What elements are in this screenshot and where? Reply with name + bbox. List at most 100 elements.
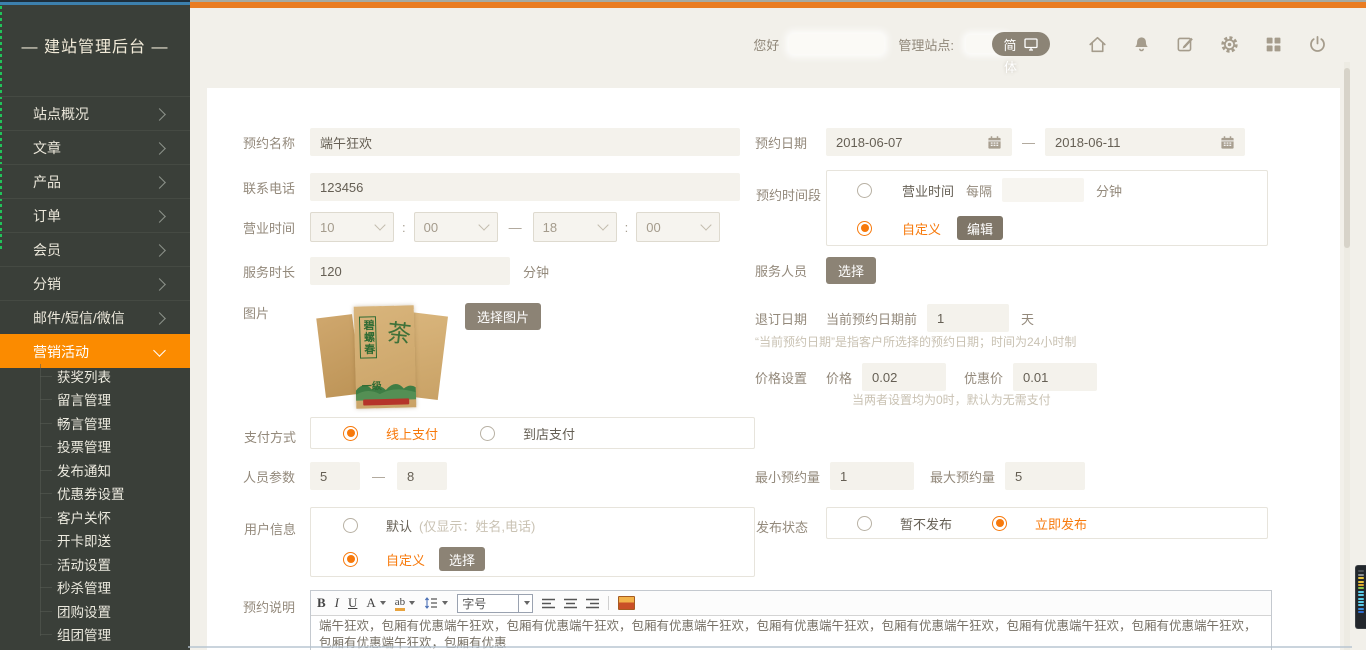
sidebar-item-articles[interactable]: 文章	[0, 130, 190, 164]
time-slot-edit-button[interactable]: 编辑	[957, 216, 1003, 240]
reservation-name-input[interactable]: 端午狂欢	[310, 128, 740, 156]
sidebar-item-site-overview[interactable]: 站点概况	[0, 96, 190, 130]
field-label: 营业时间	[243, 218, 310, 237]
minute-end-select[interactable]: 00	[636, 212, 720, 242]
submenu-item-message-board[interactable]: 留言管理	[0, 388, 190, 412]
font-color-button[interactable]: A	[366, 595, 385, 611]
underline-button[interactable]: U	[348, 595, 357, 611]
user-info-default-radio[interactable]	[343, 518, 358, 533]
refund-days-input[interactable]: 1	[927, 304, 1009, 332]
publish-later-label[interactable]: 暂不发布	[900, 514, 952, 533]
user-info-select-button[interactable]: 选择	[439, 547, 485, 571]
chevron-down-icon	[153, 344, 166, 357]
sidebar-item-distribution[interactable]: 分销	[0, 266, 190, 300]
caret-icon	[380, 601, 386, 605]
home-icon[interactable]	[1087, 34, 1108, 55]
publish-later-radio[interactable]	[857, 516, 872, 531]
submenu-item-customer-care[interactable]: 客户关怀	[0, 505, 190, 529]
submenu-item-changyan[interactable]: 畅言管理	[0, 411, 190, 435]
power-icon[interactable]	[1307, 34, 1328, 55]
time-slot-business-label[interactable]: 营业时间	[902, 181, 954, 200]
brand-red-strip	[363, 398, 409, 405]
interval-input[interactable]	[1002, 178, 1084, 202]
align-center-button[interactable]	[564, 598, 577, 609]
line-spacing-button[interactable]	[424, 597, 448, 609]
submenu-item-voting[interactable]: 投票管理	[0, 435, 190, 459]
bell-icon[interactable]	[1131, 34, 1152, 55]
align-left-icon	[542, 598, 555, 609]
choose-image-button[interactable]: 选择图片	[465, 303, 541, 330]
tree-twig	[40, 540, 52, 541]
submenu-item-notices[interactable]: 发布通知	[0, 458, 190, 482]
submenu-item-seckill[interactable]: 秒杀管理	[0, 576, 190, 600]
scrollbar-thumb[interactable]	[1344, 68, 1350, 248]
people-min-input[interactable]: 5	[310, 462, 360, 490]
editor-toolbar: B I U A ab 字号	[311, 591, 1271, 616]
apps-grid-icon[interactable]	[1263, 34, 1284, 55]
bottom-edge-line	[188, 646, 1352, 648]
font-size-select[interactable]: 字号	[457, 594, 533, 613]
minute-start-select[interactable]: 00	[414, 212, 498, 242]
gear-icon[interactable]	[1219, 34, 1240, 55]
staff-select-button[interactable]: 选择	[826, 257, 876, 284]
instore-payment-label[interactable]: 到店支付	[523, 424, 575, 443]
submenu-item-award-list[interactable]: 获奖列表	[0, 364, 190, 388]
date-end-field[interactable]: 2018-06-11	[1045, 128, 1245, 156]
time-slot-custom-label[interactable]: 自定义	[902, 219, 941, 238]
sidebar-item-mail-sms-wechat[interactable]: 邮件/短信/微信	[0, 300, 190, 334]
discount-input[interactable]: 0.01	[1013, 363, 1097, 391]
submenu-item-activity-settings[interactable]: 活动设置	[0, 552, 190, 576]
submenu-item-card-gift[interactable]: 开卡即送	[0, 529, 190, 553]
price-row: 价格设置 价格 0.02 优惠价 0.01	[755, 363, 1097, 391]
submenu-item-group-team[interactable]: 组团管理	[0, 623, 190, 647]
dock-widget[interactable]	[1355, 565, 1366, 629]
tree-twig	[40, 564, 52, 565]
chevron-right-icon	[153, 312, 166, 325]
publish-now-radio[interactable]	[992, 516, 1007, 531]
people-max-input[interactable]: 8	[397, 462, 447, 490]
contact-phone-input[interactable]: 123456	[310, 173, 740, 201]
italic-button[interactable]: I	[335, 595, 339, 611]
field-label: 服务时长	[243, 262, 310, 281]
align-left-button[interactable]	[542, 598, 555, 609]
service-duration-input[interactable]: 120	[310, 257, 510, 285]
greeting-text: 您好	[753, 35, 779, 54]
tea-calligraphy: 茶	[385, 312, 413, 349]
sidebar-item-marketing[interactable]: 营销活动	[0, 334, 190, 368]
calendar-icon	[1220, 135, 1235, 150]
date-start-field[interactable]: 2018-06-07	[826, 128, 1012, 156]
user-info-custom-label[interactable]: 自定义	[386, 550, 425, 569]
input-value: 1	[937, 311, 944, 326]
submenu-item-label: 优惠券设置	[57, 483, 125, 503]
online-payment-label[interactable]: 线上支付	[386, 424, 438, 443]
sidebar-item-orders[interactable]: 订单	[0, 198, 190, 232]
time-slot-business-radio[interactable]	[857, 183, 872, 198]
sidebar-menu: 站点概况 文章 产品 订单 会员 分销	[0, 96, 190, 368]
align-right-button[interactable]	[586, 598, 599, 609]
compose-icon[interactable]	[1175, 34, 1196, 55]
contact-phone-row: 联系电话 123456	[243, 173, 740, 201]
submenu-item-coupons[interactable]: 优惠券设置	[0, 482, 190, 506]
sidebar-item-products[interactable]: 产品	[0, 164, 190, 198]
language-switcher[interactable]: 简	[992, 32, 1050, 56]
hour-start-select[interactable]: 10	[310, 212, 394, 242]
publish-now-label[interactable]: 立即发布	[1035, 514, 1087, 533]
font-size-value: 字号	[458, 595, 518, 612]
submenu-item-group-buy[interactable]: 团购设置	[0, 599, 190, 623]
online-payment-radio[interactable]	[343, 426, 358, 441]
insert-image-button[interactable]	[618, 596, 635, 610]
bold-button[interactable]: B	[317, 595, 326, 611]
time-slot-custom-radio[interactable]	[857, 221, 872, 236]
sidebar-item-members[interactable]: 会员	[0, 232, 190, 266]
max-qty-input[interactable]: 5	[1005, 462, 1085, 490]
hour-end-select[interactable]: 18	[533, 212, 617, 242]
instore-payment-radio[interactable]	[480, 426, 495, 441]
price-input[interactable]: 0.02	[862, 363, 946, 391]
input-value: 0.01	[1023, 370, 1048, 385]
user-info-custom-radio[interactable]	[343, 552, 358, 567]
min-qty-input[interactable]: 1	[830, 462, 914, 490]
user-info-default-label[interactable]: 默认	[386, 516, 412, 535]
editor-content[interactable]: 端午狂欢，包厢有优惠端午狂欢，包厢有优惠端午狂欢，包厢有优惠端午狂欢，包厢有优惠…	[311, 616, 1271, 650]
highlight-button[interactable]: ab	[395, 596, 415, 611]
user-info-default-row: 默认 (仅显示：姓名,电话)	[311, 508, 754, 542]
